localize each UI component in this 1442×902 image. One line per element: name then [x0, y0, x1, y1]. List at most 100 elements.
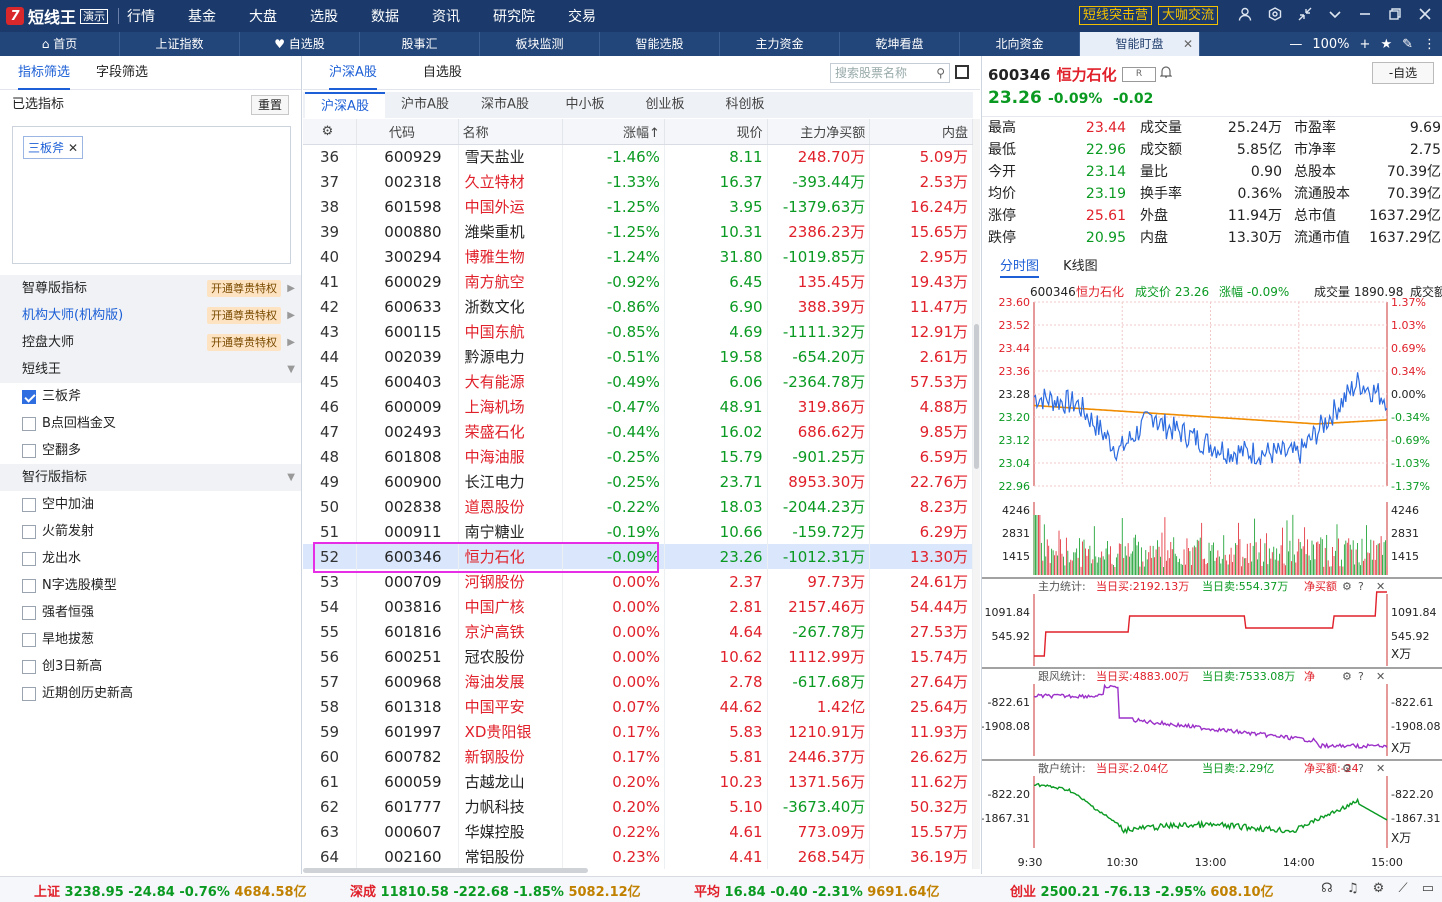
checkbox-sanbanfu[interactable]: 三板斧: [22, 383, 81, 410]
checkbox-box[interactable]: [22, 443, 36, 458]
window-icon[interactable]: ▭: [1422, 881, 1434, 896]
menu-yanjiuyuan[interactable]: 研究院: [493, 6, 535, 26]
group-jigou[interactable]: 机构大师(机构版) 开通尊贵特权 ▶: [0, 302, 301, 329]
upgrade-badge[interactable]: 开通尊贵特权: [207, 280, 281, 297]
checkbox-item[interactable]: 强者恒强: [22, 599, 94, 626]
star-icon[interactable]: ★: [1380, 37, 1392, 52]
tab-northbound[interactable]: 北向资金: [960, 32, 1080, 56]
table-row[interactable]: 51 000911 南宁糖业 -0.19% 10.66 -159.72万 6.29万: [303, 519, 973, 544]
menu-shuju[interactable]: 数据: [371, 6, 399, 26]
table-row[interactable]: 58 601318 中国平安 0.07% 44.62 1.42亿 25.64万: [303, 694, 973, 719]
app-logo[interactable]: 7 短线王 演示: [6, 4, 110, 28]
zoom-out-icon[interactable]: —: [1289, 37, 1302, 52]
table-row[interactable]: 36 600929 雪天盐业 -1.46% 8.11 248.70万 5.09万: [303, 144, 973, 169]
horizontal-scrollbar[interactable]: [303, 868, 588, 873]
subtab-star[interactable]: 科创板: [705, 92, 785, 118]
upgrade-badge[interactable]: 开通尊贵特权: [207, 334, 281, 351]
tab-watchlist[interactable]: ♥ 自选股: [240, 32, 360, 56]
checkbox-checked[interactable]: [22, 389, 36, 404]
column-main-net[interactable]: 主力净买额: [767, 119, 871, 145]
help-icon[interactable]: ?: [1358, 762, 1364, 775]
settings-icon[interactable]: [1266, 6, 1284, 25]
column-price[interactable]: 现价: [664, 119, 768, 145]
table-row[interactable]: 46 600009 上海机场 -0.47% 48.91 319.86万 4.88万: [303, 394, 973, 419]
table-row[interactable]: 55 601816 京沪高铁 0.00% 4.64 -267.78万 27.53万: [303, 619, 973, 644]
chart-icon[interactable]: ⟋: [1398, 881, 1407, 896]
column-inner-vol[interactable]: 内盘: [869, 119, 973, 145]
table-row[interactable]: 56 600251 冠农股份 0.00% 10.62 1112.99万 15.74万: [303, 644, 973, 669]
close-icon[interactable]: ✕: [1376, 762, 1385, 775]
layout-toggle-icon[interactable]: [955, 65, 969, 79]
table-row[interactable]: 59 601997 XD贵阳银 0.17% 5.83 1210.91万 11.93万: [303, 719, 973, 744]
column-code[interactable]: 代码: [356, 119, 459, 145]
table-row[interactable]: 37 002318 久立特材 -1.33% 16.37 -393.44万 2.53万: [303, 169, 973, 194]
tab-sh-index[interactable]: 上证指数: [120, 32, 240, 56]
headset-icon[interactable]: ☊: [1321, 881, 1333, 896]
tab-smart-pick[interactable]: 智能选股: [600, 32, 720, 56]
settings-icon[interactable]: ⚙: [1342, 580, 1352, 593]
checkbox-item[interactable]: 火箭发射: [22, 518, 94, 545]
table-row[interactable]: 41 600029 南方航空 -0.92% 6.45 135.45万 19.43万: [303, 269, 973, 294]
tab-home[interactable]: ⌂ 首页: [0, 32, 120, 56]
table-row[interactable]: 38 601598 中国外运 -1.25% 3.95 -1379.63万 16.24万: [303, 194, 973, 219]
tab-sector-monitor[interactable]: 板块监测: [480, 32, 600, 56]
menu-zixun[interactable]: 资讯: [432, 6, 460, 26]
checkbox-item[interactable]: 龙出水: [22, 545, 81, 572]
settings-icon[interactable]: ⚙: [1342, 670, 1352, 683]
checkbox-box[interactable]: [22, 578, 36, 593]
search-icon[interactable]: ⚲: [936, 64, 945, 82]
tab-main-capital[interactable]: 主力资金: [720, 32, 840, 56]
close-icon[interactable]: ✕: [1376, 580, 1385, 593]
group-kongpan[interactable]: 控盘大师 开通尊贵特权 ▶: [0, 329, 301, 356]
tab-hs-a[interactable]: 沪深A股: [329, 56, 377, 90]
tab-close-icon[interactable]: ✕: [1183, 32, 1193, 56]
checkbox-box[interactable]: [22, 659, 36, 674]
expert-chat-button[interactable]: 大咖交流: [1157, 6, 1218, 25]
add-watchlist-button[interactable]: -自选: [1372, 62, 1434, 84]
chip-remove-icon[interactable]: ✕: [68, 141, 78, 155]
checkbox-item[interactable]: 创3日新高: [22, 653, 102, 680]
subtab-gem[interactable]: 创业板: [625, 92, 705, 118]
menu-jiaoyi[interactable]: 交易: [568, 6, 596, 26]
short-line-camp-button[interactable]: 短线突击营: [1078, 6, 1152, 25]
minimize-icon[interactable]: [1356, 7, 1374, 25]
tab-smart-watch[interactable]: 智能盯盘 ✕: [1080, 32, 1200, 56]
table-row[interactable]: 43 600115 中国东航 -0.85% 4.69 -1111.32万 12.91万: [303, 319, 973, 344]
checkbox-bpoint[interactable]: B点回档金叉: [22, 410, 116, 437]
column-name[interactable]: 名称: [458, 119, 564, 145]
table-row[interactable]: 60 600782 新钢股份 0.17% 5.81 2446.37万 26.62万: [303, 744, 973, 769]
intraday-chart[interactable]: 600346 恒力石化 成交价 23.26 涨幅 -0.09% 成交量 1890.98 成…: [982, 280, 1442, 874]
checkbox-box[interactable]: [22, 497, 36, 512]
checkbox-box[interactable]: [22, 605, 36, 620]
index-cyb[interactable]: 创业 2500.21 -76.13 -2.95% 608.10亿: [1010, 881, 1274, 900]
group-zhizun[interactable]: 智尊版指标 开通尊贵特权 ▶: [0, 275, 301, 302]
column-change-pct[interactable]: 涨幅↑: [562, 119, 665, 145]
tab-field-filter[interactable]: 字段筛选: [96, 56, 148, 90]
checkbox-box[interactable]: [22, 524, 36, 539]
checkbox-item[interactable]: N字选股模型: [22, 572, 117, 599]
more-icon[interactable]: ⋮: [1423, 37, 1436, 52]
menu-jijin[interactable]: 基金: [188, 6, 216, 26]
index-sz[interactable]: 深成 11810.58 -222.68 -1.85% 5082.12亿: [350, 881, 641, 900]
settings-icon[interactable]: ⚙: [1373, 881, 1385, 896]
table-row[interactable]: 61 600059 古越龙山 0.20% 10.23 1371.56万 11.62万: [303, 769, 973, 794]
checkbox-box[interactable]: [22, 416, 36, 431]
tab-indicator-filter[interactable]: 指标筛选: [18, 56, 71, 90]
close-icon[interactable]: ✕: [1376, 670, 1385, 683]
tab-kline[interactable]: K线图: [1063, 256, 1098, 278]
menu-hangqing[interactable]: 行情: [127, 6, 155, 26]
table-row[interactable]: 50 002838 道恩股份 -0.22% 18.03 -2044.23万 8.23万: [303, 494, 973, 519]
table-row[interactable]: 45 600403 大有能源 -0.49% 6.06 -2364.78万 57.53万: [303, 369, 973, 394]
subtab-hs-a[interactable]: 沪深A股: [305, 92, 385, 118]
checkbox-item[interactable]: 旱地拔葱: [22, 626, 94, 653]
tab-gushihui[interactable]: 股事汇: [360, 32, 480, 56]
reset-button[interactable]: 重置: [250, 95, 289, 115]
table-row[interactable]: 57 600968 海油发展 0.00% 2.78 -617.68万 27.64万: [303, 669, 973, 694]
checkbox-item[interactable]: 近期创历史新高: [22, 680, 133, 707]
table-row[interactable]: 54 003816 中国广核 0.00% 2.81 2157.46万 54.44万: [303, 594, 973, 619]
menu-xuangu[interactable]: 选股: [310, 6, 338, 26]
checkbox-box[interactable]: [22, 632, 36, 647]
column-settings-icon[interactable]: ⚙: [303, 119, 357, 145]
checkbox-box[interactable]: [22, 551, 36, 566]
table-row[interactable]: 42 600633 浙数文化 -0.86% 6.90 388.39万 11.47万: [303, 294, 973, 319]
